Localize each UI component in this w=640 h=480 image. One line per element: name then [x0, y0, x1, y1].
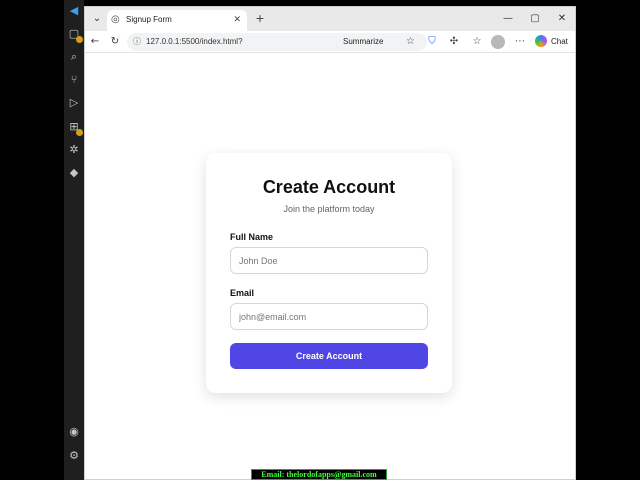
search-icon[interactable]: ⌕	[67, 50, 81, 64]
live-server-icon[interactable]: ✲	[67, 143, 81, 157]
explorer-badge	[76, 36, 83, 43]
back-arrow-icon[interactable]: ←	[88, 35, 102, 49]
minimize-icon[interactable]: —	[501, 12, 515, 26]
tab-signup-form[interactable]: ◎ Signup Form ✕	[107, 10, 247, 31]
vscode-logo-icon[interactable]: ◀	[67, 4, 81, 18]
email-banner: Email: thelordofapps@gmail.com	[251, 469, 387, 480]
address-bar[interactable]: ⓘ 127.0.0.1:5500/index.html? Summarize ☆	[127, 33, 427, 51]
tab-title: Signup Form	[126, 15, 172, 24]
email-input[interactable]	[230, 303, 428, 330]
shield-icon[interactable]: ⛉	[425, 35, 439, 49]
python-icon[interactable]: ◆	[67, 166, 81, 180]
signup-card: Create Account Join the platform today F…	[206, 153, 452, 393]
avatar[interactable]	[491, 35, 505, 49]
extensions-badge	[76, 129, 83, 136]
summarize-button[interactable]: Summarize	[343, 36, 383, 48]
source-control-icon[interactable]: ⑂	[67, 73, 81, 87]
vscode-activity-bar: ◀ ▢ ⌕ ⑂ ▷ ⊞ ✲ ◆ ◉ ⚙	[64, 0, 84, 480]
page-viewport: Create Account Join the platform today F…	[85, 53, 575, 479]
browser-window: ⌄ ◎ Signup Form ✕ + — ▢ ✕ ← ↻ ⓘ 127.0.0.…	[84, 6, 576, 480]
close-window-icon[interactable]: ✕	[555, 12, 569, 26]
chevron-down-icon[interactable]: ⌄	[89, 12, 105, 26]
maximize-icon[interactable]: ▢	[528, 12, 542, 26]
full-name-input[interactable]	[230, 247, 428, 274]
browser-toolbar: ← ↻ ⓘ 127.0.0.1:5500/index.html? Summari…	[85, 31, 575, 53]
site-info-icon[interactable]: ⓘ	[131, 36, 143, 48]
star-icon[interactable]: ☆	[406, 36, 415, 48]
address-url: 127.0.0.1:5500/index.html?	[146, 37, 243, 46]
globe-icon: ◎	[111, 14, 120, 25]
chat-button[interactable]: Chat	[551, 36, 568, 48]
close-tab-icon[interactable]: ✕	[233, 14, 241, 26]
more-options-icon[interactable]: ⋯	[513, 35, 527, 49]
reload-icon[interactable]: ↻	[108, 35, 122, 49]
create-account-button[interactable]: Create Account	[230, 343, 428, 369]
new-tab-button[interactable]: +	[252, 10, 268, 26]
favorites-icon[interactable]: ☆	[470, 35, 484, 49]
run-debug-icon[interactable]: ▷	[67, 96, 81, 110]
tab-strip: ⌄ ◎ Signup Form ✕ + — ▢ ✕	[85, 7, 575, 31]
extensions-icon[interactable]: ⊞	[67, 120, 83, 136]
form-title: Create Account	[262, 177, 396, 197]
puzzle-icon[interactable]: ✣	[447, 35, 461, 49]
explorer-icon[interactable]: ▢	[67, 27, 83, 43]
form-subtitle: Join the platform today	[283, 204, 375, 214]
full-name-label: Full Name	[230, 232, 274, 242]
screen: ◀ ▢ ⌕ ⑂ ▷ ⊞ ✲ ◆ ◉ ⚙ ⌄ ◎ Signup Form ✕ + …	[0, 0, 640, 480]
email-label: Email	[230, 288, 255, 298]
copilot-icon[interactable]	[535, 35, 547, 47]
account-icon[interactable]: ◉	[67, 425, 81, 439]
settings-gear-icon[interactable]: ⚙	[67, 449, 81, 463]
